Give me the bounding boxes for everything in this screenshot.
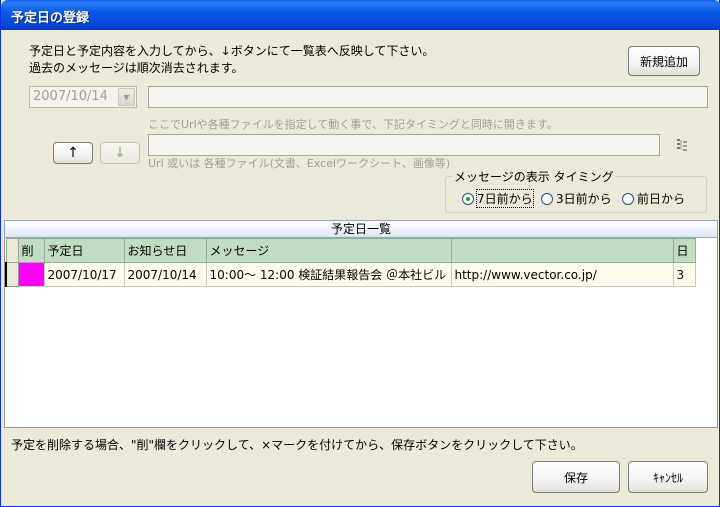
col-header-notify[interactable]: お知らせ日 xyxy=(123,238,207,263)
link-input[interactable] xyxy=(148,134,660,156)
main-window: 予定日の登録 予定日と予定内容を入力してから、↓ボタンにて一覧表へ反映して下さい… xyxy=(0,0,720,507)
timing-legend: メッセージの表示 タイミング xyxy=(452,168,616,185)
cancel-button[interactable]: ｷｬﾝｾﾙ xyxy=(628,461,708,493)
link-hint: ここでUrlや各種ファイルを指定して動く事で、下記タイミングと同時に開きます。 xyxy=(148,118,558,131)
radio-3days[interactable]: 3日前から xyxy=(541,190,612,207)
col-header-date[interactable]: 予定日 xyxy=(43,238,125,263)
col-header-url[interactable] xyxy=(450,238,674,263)
date-cell[interactable]: 2007/10/17 xyxy=(43,262,125,287)
message-input[interactable] xyxy=(148,86,708,108)
col-header-delete[interactable]: 削 xyxy=(17,238,45,263)
notify-cell[interactable]: 2007/10/14 xyxy=(123,262,207,287)
grid-header-row: 削 予定日 お知らせ日 メッセージ 日 xyxy=(5,238,696,263)
title-bar[interactable]: 予定日の登録 xyxy=(1,0,720,30)
date-combo-value: 2007/10/14 xyxy=(33,89,108,104)
row-header[interactable] xyxy=(5,262,19,287)
radio-prevday-label: 前日から xyxy=(637,192,686,206)
save-button[interactable]: 保存 xyxy=(532,461,620,493)
days-cell[interactable]: 3 xyxy=(672,262,696,287)
link-input-hint: Url 或いは 各種ファイル(文書、Excelワークシート、画像等) xyxy=(148,157,451,170)
message-cell[interactable]: 10:00～ 12:00 検証結果報告会 ＠本社ビル xyxy=(205,262,452,287)
radio-7days-label: 7日前から xyxy=(476,189,534,208)
timing-group: メッセージの表示 タイミング 7日前から 3日前から 前日から xyxy=(445,168,707,213)
radio-prevday[interactable]: 前日から xyxy=(622,190,685,207)
new-add-button[interactable]: 新規追加 xyxy=(628,46,700,76)
col-header-days[interactable]: 日 xyxy=(672,238,696,263)
chevron-down-icon[interactable]: ▼ xyxy=(118,88,135,106)
file-tree-icon[interactable] xyxy=(676,137,692,153)
grid-corner xyxy=(5,238,19,263)
delete-instruction: 予定を削除する場合、"削"欄をクリックして、×マークを付けてから、保存ボタンをク… xyxy=(11,438,583,452)
radio-prevday-indicator xyxy=(622,192,634,205)
instruction-line-2: 過去のメッセージは順次消去されます。 xyxy=(29,61,244,75)
window-title: 予定日の登録 xyxy=(11,11,90,26)
radio-7days[interactable]: 7日前から xyxy=(462,189,534,208)
up-button[interactable]: ↑ xyxy=(53,142,93,164)
down-button[interactable]: ↓ xyxy=(100,142,140,164)
radio-3days-indicator xyxy=(541,192,553,205)
date-combo[interactable]: 2007/10/14 ▼ xyxy=(29,86,137,108)
list-title: 予定日一覧 xyxy=(4,220,718,238)
url-cell[interactable]: http://www.vector.co.jp/ xyxy=(450,262,674,287)
radio-7days-indicator xyxy=(462,192,474,205)
radio-3days-label: 3日前から xyxy=(556,192,612,206)
instruction-line-1: 予定日と予定内容を入力してから、↓ボタンにて一覧表へ反映して下さい。 xyxy=(29,44,435,58)
col-header-message[interactable]: メッセージ xyxy=(205,238,452,263)
table-row[interactable]: 2007/10/17 2007/10/14 10:00～ 12:00 検証結果報… xyxy=(5,262,696,287)
schedule-grid[interactable]: 削 予定日 お知らせ日 メッセージ 日 2007/10/17 2007/10/1… xyxy=(4,238,718,428)
delete-cell[interactable] xyxy=(17,262,45,287)
